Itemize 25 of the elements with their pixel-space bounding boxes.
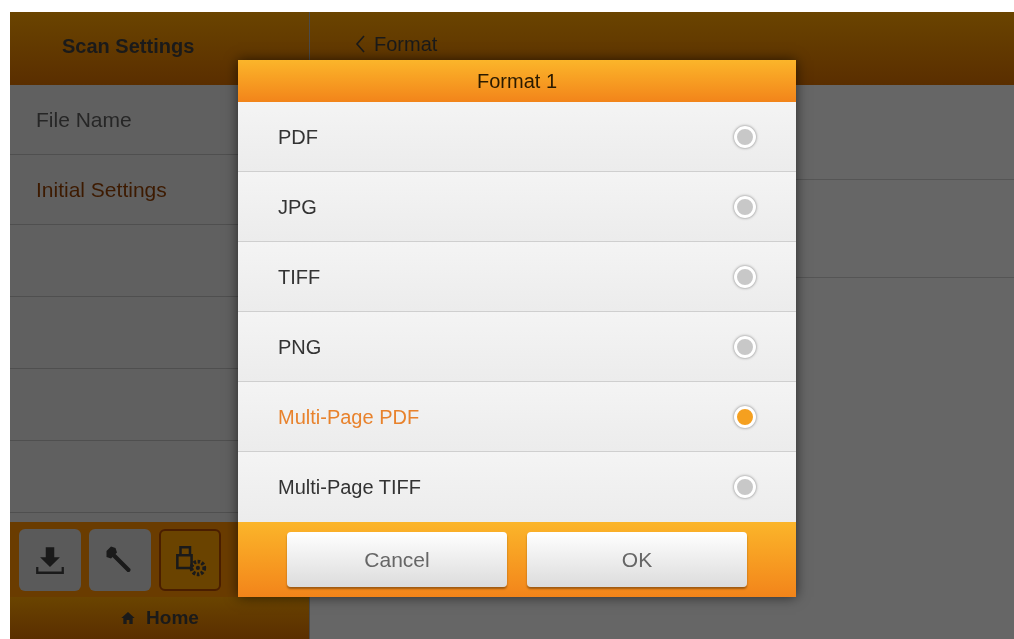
radio-button[interactable] (734, 265, 756, 288)
dialog-button[interactable]: Cancel (287, 532, 507, 587)
toolbar-button[interactable] (19, 528, 81, 591)
dialog-button[interactable]: OK (527, 532, 747, 587)
option-label: TIFF (278, 264, 321, 290)
format-option[interactable]: PNG (238, 312, 796, 382)
format-option[interactable]: TIFF (238, 242, 796, 312)
radio-button[interactable] (734, 335, 756, 358)
option-label: PNG (278, 334, 322, 360)
format-option[interactable]: JPG (238, 172, 796, 242)
option-label: Multi-Page PDF (278, 404, 420, 430)
toolbar-button[interactable] (159, 528, 221, 591)
dialog-title: Format 1 (238, 60, 796, 102)
format-option[interactable]: PDF (238, 102, 796, 172)
toolbar-button[interactable] (89, 528, 151, 591)
back-chevron-icon[interactable] (354, 34, 366, 54)
radio-button[interactable] (734, 476, 756, 498)
sidebar-title: Scan Settings (62, 36, 195, 56)
option-label: Multi-Page TIFF (278, 475, 421, 500)
content-title: Format (374, 34, 438, 54)
radio-button[interactable] (734, 195, 756, 218)
home-icon (120, 610, 137, 626)
radio-button[interactable] (734, 125, 756, 148)
radio-button[interactable] (734, 405, 756, 428)
format-option[interactable]: Multi-Page TIFF (238, 452, 796, 522)
